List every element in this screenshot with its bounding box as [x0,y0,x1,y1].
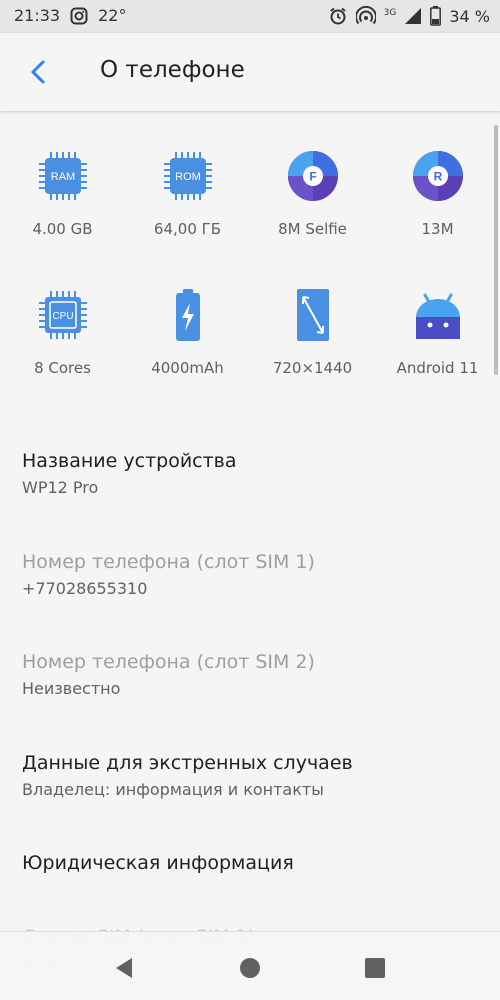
pref-device-name[interactable]: Название устройства WP12 Pro [22,450,237,497]
pref-title: Номер телефона (слот SIM 1) [22,551,315,573]
spec-label: 64,00 ГБ [153,220,222,238]
spec-label: 8M Selfie [278,220,347,238]
pref-emergency-info[interactable]: Данные для экстренных случаев Владелец: … [22,752,353,799]
spec-cpu: CPU 8 Cores [0,287,125,377]
spec-screen: 720×1440 [250,287,375,377]
status-time: 21:33 [14,6,61,25]
pref-phone-sim1: Номер телефона (слот SIM 1) +77028655310 [22,551,315,598]
home-circle-icon [240,958,260,978]
cpu-icon: CPU [38,291,87,339]
recents-square-icon [365,958,385,978]
page-title: О телефоне [100,57,245,83]
pref-legal-info[interactable]: Юридическая информация [22,852,294,874]
app-bar: О телефоне [0,33,500,111]
svg-text:R: R [433,170,442,184]
nav-back-button[interactable] [110,954,138,982]
scrollbar[interactable] [494,125,498,375]
nav-home-button[interactable] [236,954,264,982]
back-button[interactable] [22,55,56,89]
spec-rom: ROM 64,00 ГБ [125,148,250,238]
battery-icon [430,6,442,26]
pref-title: Данные для экстренных случаев [22,752,353,774]
pref-summary: Владелец: информация и контакты [22,780,324,799]
spec-label: 8 Cores [34,359,91,377]
spec-label: 720×1440 [272,359,353,377]
battery-percent: 34 % [449,6,490,26]
spec-android: Android 11 [375,287,500,377]
navigation-bar [0,931,500,1000]
pref-title: Номер телефона (слот SIM 2) [22,651,315,673]
instagram-icon [70,7,88,25]
spec-front-camera: F 8M Selfie [250,148,375,238]
svg-text:ROM: ROM [175,171,201,183]
rom-icon: ROM [163,152,212,200]
spec-ram: RAM 4.00 GB [0,148,125,238]
spec-label: Android 11 [396,359,479,377]
svg-text:CPU: CPU [52,311,73,322]
back-triangle-icon [116,958,132,978]
pref-summary: Неизвестно [22,679,121,698]
status-bar: 21:33 22° 3G 34 % [0,0,500,33]
rear-camera-icon: R [412,151,463,201]
arrow-left-icon [31,60,45,84]
front-camera-icon: F [287,151,338,201]
spec-battery: 4000mAh [125,287,250,377]
pref-title: Название устройства [22,450,237,472]
spec-label: 4000mAh [151,359,224,377]
alarm-icon [328,6,348,26]
nav-recents-button[interactable] [361,954,389,982]
spec-label: 4.00 GB [32,220,93,238]
pref-summary: WP12 Pro [22,478,99,497]
hotspot-icon [355,6,376,26]
network-type: 3G [383,7,397,18]
ram-icon: RAM [38,152,87,200]
pref-title: Юридическая информация [22,852,294,874]
pref-summary: +77028655310 [22,579,148,598]
android-icon [415,293,460,339]
screen-resolution-icon [296,289,329,341]
spec-rear-camera: R 13M [375,148,500,238]
battery-capacity-icon [175,289,200,341]
status-temperature: 22° [98,6,127,25]
spec-label: 13M [421,220,454,238]
svg-text:F: F [309,170,316,184]
pref-phone-sim2: Номер телефона (слот SIM 2) Неизвестно [22,651,315,698]
svg-text:RAM: RAM [50,171,74,183]
signal-icon [404,7,422,25]
